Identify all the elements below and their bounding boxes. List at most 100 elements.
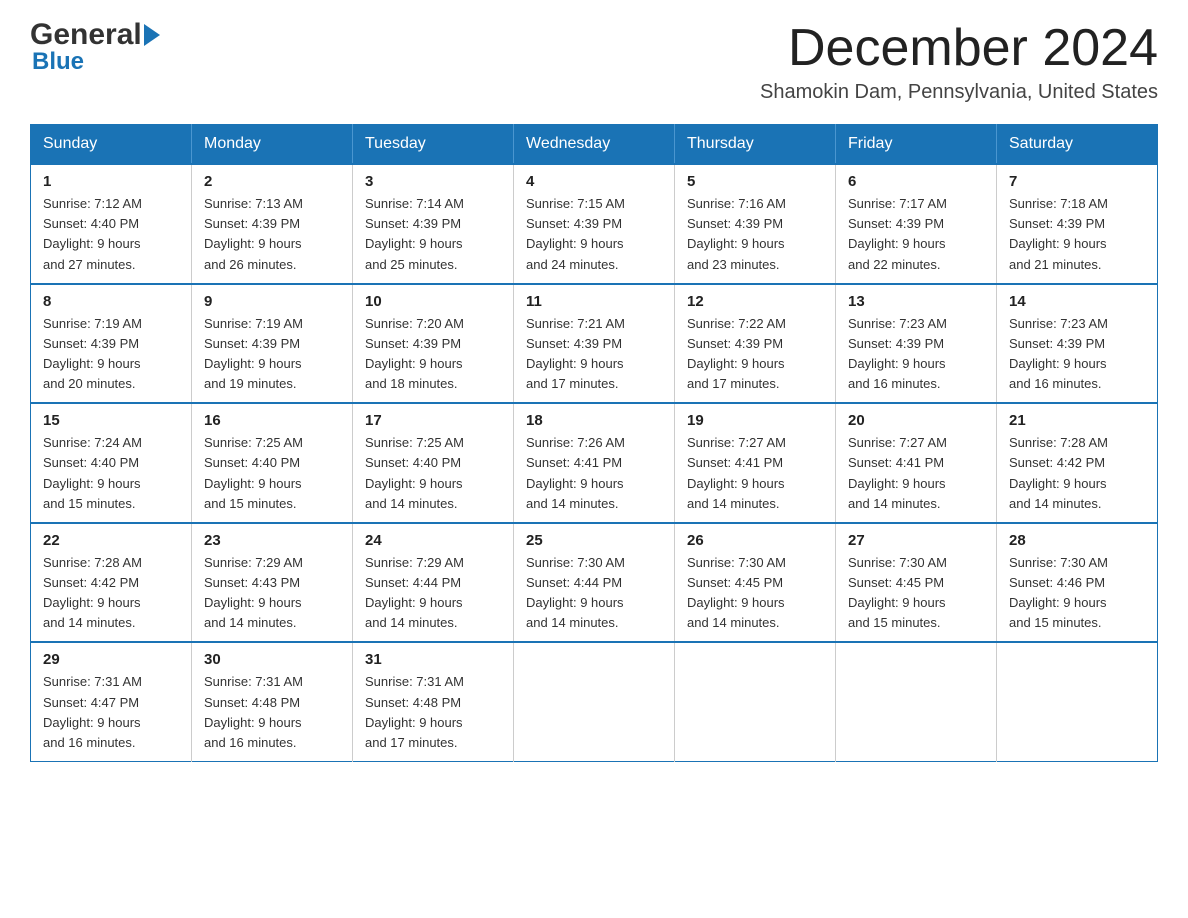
day-number: 26 <box>687 532 823 549</box>
calendar-day-cell: 11 Sunrise: 7:21 AMSunset: 4:39 PMDaylig… <box>514 284 675 404</box>
day-number: 7 <box>1009 173 1145 190</box>
calendar-header-row: SundayMondayTuesdayWednesdayThursdayFrid… <box>31 125 1158 165</box>
logo-flag-icon <box>144 24 160 46</box>
day-info: Sunrise: 7:14 AMSunset: 4:39 PMDaylight:… <box>365 196 464 271</box>
day-info: Sunrise: 7:31 AMSunset: 4:48 PMDaylight:… <box>365 674 464 749</box>
day-info: Sunrise: 7:27 AMSunset: 4:41 PMDaylight:… <box>848 435 947 510</box>
calendar-day-cell: 13 Sunrise: 7:23 AMSunset: 4:39 PMDaylig… <box>836 284 997 404</box>
title-section: December 2024 Shamokin Dam, Pennsylvania… <box>760 20 1158 104</box>
calendar-day-cell: 23 Sunrise: 7:29 AMSunset: 4:43 PMDaylig… <box>192 523 353 643</box>
calendar-day-cell: 10 Sunrise: 7:20 AMSunset: 4:39 PMDaylig… <box>353 284 514 404</box>
day-number: 8 <box>43 293 179 310</box>
day-number: 2 <box>204 173 340 190</box>
day-number: 13 <box>848 293 984 310</box>
day-number: 12 <box>687 293 823 310</box>
calendar-day-cell <box>836 642 997 761</box>
day-info: Sunrise: 7:13 AMSunset: 4:39 PMDaylight:… <box>204 196 303 271</box>
calendar-day-cell: 15 Sunrise: 7:24 AMSunset: 4:40 PMDaylig… <box>31 403 192 523</box>
calendar-day-cell: 9 Sunrise: 7:19 AMSunset: 4:39 PMDayligh… <box>192 284 353 404</box>
calendar-day-cell: 7 Sunrise: 7:18 AMSunset: 4:39 PMDayligh… <box>997 164 1158 284</box>
calendar-day-cell: 5 Sunrise: 7:16 AMSunset: 4:39 PMDayligh… <box>675 164 836 284</box>
month-title: December 2024 <box>760 20 1158 77</box>
day-number: 30 <box>204 651 340 668</box>
calendar-day-cell: 19 Sunrise: 7:27 AMSunset: 4:41 PMDaylig… <box>675 403 836 523</box>
day-number: 27 <box>848 532 984 549</box>
day-info: Sunrise: 7:31 AMSunset: 4:48 PMDaylight:… <box>204 674 303 749</box>
calendar-day-cell: 28 Sunrise: 7:30 AMSunset: 4:46 PMDaylig… <box>997 523 1158 643</box>
day-info: Sunrise: 7:29 AMSunset: 4:44 PMDaylight:… <box>365 555 464 630</box>
day-info: Sunrise: 7:19 AMSunset: 4:39 PMDaylight:… <box>204 316 303 391</box>
day-number: 19 <box>687 412 823 429</box>
day-info: Sunrise: 7:27 AMSunset: 4:41 PMDaylight:… <box>687 435 786 510</box>
calendar-week-row: 22 Sunrise: 7:28 AMSunset: 4:42 PMDaylig… <box>31 523 1158 643</box>
calendar-day-cell: 29 Sunrise: 7:31 AMSunset: 4:47 PMDaylig… <box>31 642 192 761</box>
day-number: 15 <box>43 412 179 429</box>
day-info: Sunrise: 7:24 AMSunset: 4:40 PMDaylight:… <box>43 435 142 510</box>
location-text: Shamokin Dam, Pennsylvania, United State… <box>760 81 1158 104</box>
day-info: Sunrise: 7:12 AMSunset: 4:40 PMDaylight:… <box>43 196 142 271</box>
day-info: Sunrise: 7:26 AMSunset: 4:41 PMDaylight:… <box>526 435 625 510</box>
day-number: 23 <box>204 532 340 549</box>
day-info: Sunrise: 7:30 AMSunset: 4:45 PMDaylight:… <box>848 555 947 630</box>
day-info: Sunrise: 7:18 AMSunset: 4:39 PMDaylight:… <box>1009 196 1108 271</box>
day-number: 5 <box>687 173 823 190</box>
calendar-day-cell: 17 Sunrise: 7:25 AMSunset: 4:40 PMDaylig… <box>353 403 514 523</box>
calendar-day-cell: 2 Sunrise: 7:13 AMSunset: 4:39 PMDayligh… <box>192 164 353 284</box>
day-info: Sunrise: 7:30 AMSunset: 4:45 PMDaylight:… <box>687 555 786 630</box>
day-info: Sunrise: 7:28 AMSunset: 4:42 PMDaylight:… <box>43 555 142 630</box>
day-number: 10 <box>365 293 501 310</box>
day-of-week-header: Sunday <box>31 125 192 165</box>
day-of-week-header: Tuesday <box>353 125 514 165</box>
calendar-day-cell: 14 Sunrise: 7:23 AMSunset: 4:39 PMDaylig… <box>997 284 1158 404</box>
calendar-day-cell: 27 Sunrise: 7:30 AMSunset: 4:45 PMDaylig… <box>836 523 997 643</box>
day-number: 4 <box>526 173 662 190</box>
calendar-day-cell: 18 Sunrise: 7:26 AMSunset: 4:41 PMDaylig… <box>514 403 675 523</box>
calendar-day-cell: 21 Sunrise: 7:28 AMSunset: 4:42 PMDaylig… <box>997 403 1158 523</box>
day-info: Sunrise: 7:21 AMSunset: 4:39 PMDaylight:… <box>526 316 625 391</box>
day-number: 18 <box>526 412 662 429</box>
day-number: 29 <box>43 651 179 668</box>
calendar-week-row: 1 Sunrise: 7:12 AMSunset: 4:40 PMDayligh… <box>31 164 1158 284</box>
day-number: 22 <box>43 532 179 549</box>
day-number: 28 <box>1009 532 1145 549</box>
day-info: Sunrise: 7:19 AMSunset: 4:39 PMDaylight:… <box>43 316 142 391</box>
day-of-week-header: Monday <box>192 125 353 165</box>
day-info: Sunrise: 7:23 AMSunset: 4:39 PMDaylight:… <box>1009 316 1108 391</box>
day-number: 6 <box>848 173 984 190</box>
calendar-day-cell: 12 Sunrise: 7:22 AMSunset: 4:39 PMDaylig… <box>675 284 836 404</box>
day-info: Sunrise: 7:30 AMSunset: 4:46 PMDaylight:… <box>1009 555 1108 630</box>
logo-general-text: General <box>30 20 142 50</box>
day-info: Sunrise: 7:25 AMSunset: 4:40 PMDaylight:… <box>365 435 464 510</box>
day-info: Sunrise: 7:20 AMSunset: 4:39 PMDaylight:… <box>365 316 464 391</box>
calendar-day-cell <box>514 642 675 761</box>
day-number: 24 <box>365 532 501 549</box>
calendar-day-cell: 30 Sunrise: 7:31 AMSunset: 4:48 PMDaylig… <box>192 642 353 761</box>
day-number: 21 <box>1009 412 1145 429</box>
day-number: 9 <box>204 293 340 310</box>
calendar-week-row: 8 Sunrise: 7:19 AMSunset: 4:39 PMDayligh… <box>31 284 1158 404</box>
calendar-day-cell <box>675 642 836 761</box>
day-number: 1 <box>43 173 179 190</box>
day-info: Sunrise: 7:16 AMSunset: 4:39 PMDaylight:… <box>687 196 786 271</box>
day-number: 20 <box>848 412 984 429</box>
calendar-day-cell: 6 Sunrise: 7:17 AMSunset: 4:39 PMDayligh… <box>836 164 997 284</box>
logo-blue-text: Blue <box>32 48 160 76</box>
calendar-day-cell: 16 Sunrise: 7:25 AMSunset: 4:40 PMDaylig… <box>192 403 353 523</box>
logo: General Blue <box>30 20 160 76</box>
day-info: Sunrise: 7:15 AMSunset: 4:39 PMDaylight:… <box>526 196 625 271</box>
day-of-week-header: Friday <box>836 125 997 165</box>
day-info: Sunrise: 7:28 AMSunset: 4:42 PMDaylight:… <box>1009 435 1108 510</box>
day-info: Sunrise: 7:31 AMSunset: 4:47 PMDaylight:… <box>43 674 142 749</box>
page-header: General Blue December 2024 Shamokin Dam,… <box>30 20 1158 104</box>
calendar-week-row: 15 Sunrise: 7:24 AMSunset: 4:40 PMDaylig… <box>31 403 1158 523</box>
calendar-day-cell: 20 Sunrise: 7:27 AMSunset: 4:41 PMDaylig… <box>836 403 997 523</box>
calendar-day-cell: 24 Sunrise: 7:29 AMSunset: 4:44 PMDaylig… <box>353 523 514 643</box>
calendar-day-cell: 1 Sunrise: 7:12 AMSunset: 4:40 PMDayligh… <box>31 164 192 284</box>
day-number: 11 <box>526 293 662 310</box>
day-number: 14 <box>1009 293 1145 310</box>
day-number: 16 <box>204 412 340 429</box>
day-number: 17 <box>365 412 501 429</box>
day-info: Sunrise: 7:22 AMSunset: 4:39 PMDaylight:… <box>687 316 786 391</box>
calendar-day-cell: 4 Sunrise: 7:15 AMSunset: 4:39 PMDayligh… <box>514 164 675 284</box>
day-info: Sunrise: 7:30 AMSunset: 4:44 PMDaylight:… <box>526 555 625 630</box>
